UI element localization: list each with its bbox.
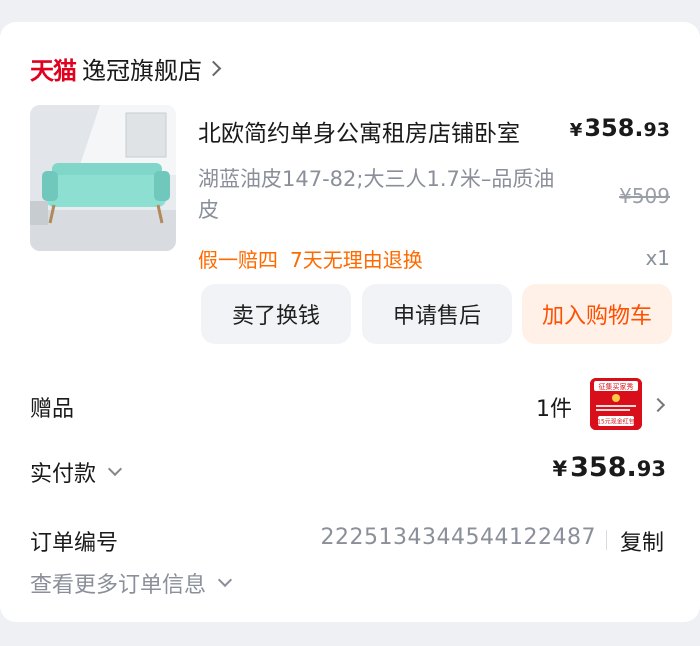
sell-button[interactable]: 卖了换钱 [201,284,351,344]
copy-button[interactable]: 复制 [620,525,664,557]
gift-image[interactable]: 征集买家秀 15元现金红包 [590,378,642,430]
promise-return: 7天无理由退换 [290,248,423,272]
tmall-logo: 天猫 [30,56,77,85]
quantity: x1 [645,246,670,270]
gift-count[interactable]: 1件 [536,391,572,423]
service-promises: 假一赔四 7天无理由退换 [198,244,435,273]
product-thumbnail[interactable] [30,105,176,251]
order-number: 2225134344544122487 [320,525,596,550]
svg-text:征集买家秀: 征集买家秀 [599,382,634,391]
more-order-info-link[interactable]: 查看更多订单信息 [30,567,233,599]
chevron-down-icon [217,572,233,588]
divider [606,530,607,550]
promise-fake-compensation: 假一赔四 [198,248,278,272]
order-number-label: 订单编号 [30,531,119,556]
chevron-down-icon [107,461,123,477]
gift-label: 赠品 [30,397,75,422]
after-sale-button[interactable]: 申请售后 [362,284,512,344]
order-card: 天猫 逸冠旗舰店 北欧简约单身公寓租房店铺卧室 ¥358.93 湖蓝油皮147-… [0,22,700,622]
product-sku: 湖蓝油皮147-82;大三人1.7米–品质油皮 [198,167,555,222]
original-price: ¥509 [619,184,670,208]
product-price: ¥358.93 [569,114,670,142]
store-name[interactable]: 逸冠旗舰店 [82,51,202,86]
add-to-cart-button[interactable]: 加入购物车 [522,284,672,344]
chevron-right-icon [205,60,222,76]
paid-amount: ¥358.93 [552,452,666,483]
product-title[interactable]: 北欧简约单身公寓租房店铺卧室 [198,114,568,148]
paid-label[interactable]: 实付款 [30,456,123,488]
svg-text:15元现金红包: 15元现金红包 [597,418,635,426]
store-header[interactable]: 天猫 逸冠旗舰店 [30,50,222,86]
chevron-right-icon [650,397,666,413]
